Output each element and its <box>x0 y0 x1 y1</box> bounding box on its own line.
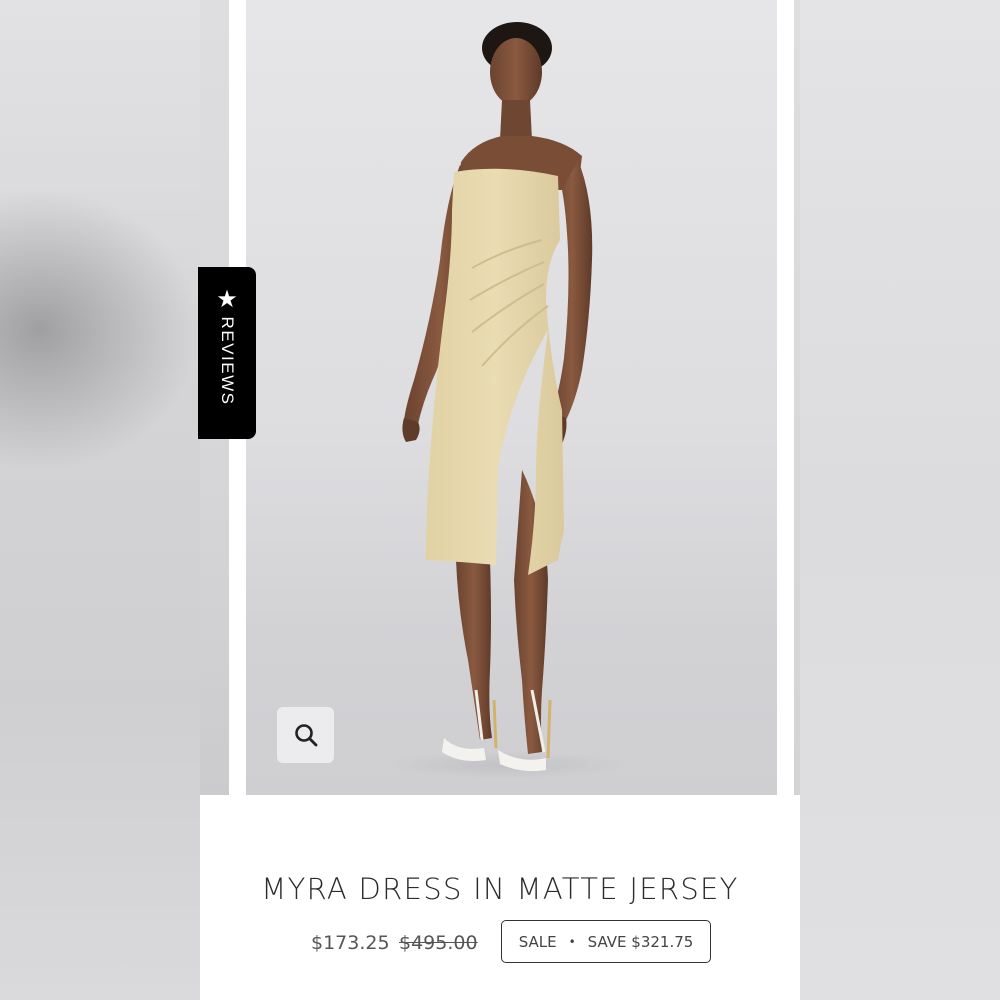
image-gallery[interactable] <box>200 0 800 795</box>
product-page: MYRA DRESS IN MATTE JERSEY $173.25 $495.… <box>200 0 800 1000</box>
blurred-backdrop-right <box>800 0 1000 1000</box>
original-price: $495.00 <box>399 932 478 954</box>
product-title: MYRA DRESS IN MATTE JERSEY <box>261 872 739 906</box>
badge-separator: • <box>568 934 576 949</box>
reviews-tab[interactable]: ★ REVIEWS <box>198 267 256 439</box>
save-amount: SAVE $321.75 <box>587 932 694 951</box>
price-row: $173.25 $495.00 SALE • SAVE $321.75 <box>200 920 800 964</box>
sale-label: SALE <box>518 932 557 951</box>
reviews-label: REVIEWS <box>218 316 237 406</box>
next-image-peek[interactable] <box>794 0 800 795</box>
sale-badge: SALE • SAVE $321.75 <box>501 920 711 963</box>
zoom-button[interactable] <box>277 707 334 763</box>
product-image[interactable] <box>246 0 777 795</box>
sale-price: $173.25 <box>311 932 390 954</box>
search-icon <box>294 724 317 747</box>
blurred-backdrop-left <box>0 0 200 1000</box>
star-icon: ★ <box>216 285 238 313</box>
model-photo <box>386 22 626 779</box>
